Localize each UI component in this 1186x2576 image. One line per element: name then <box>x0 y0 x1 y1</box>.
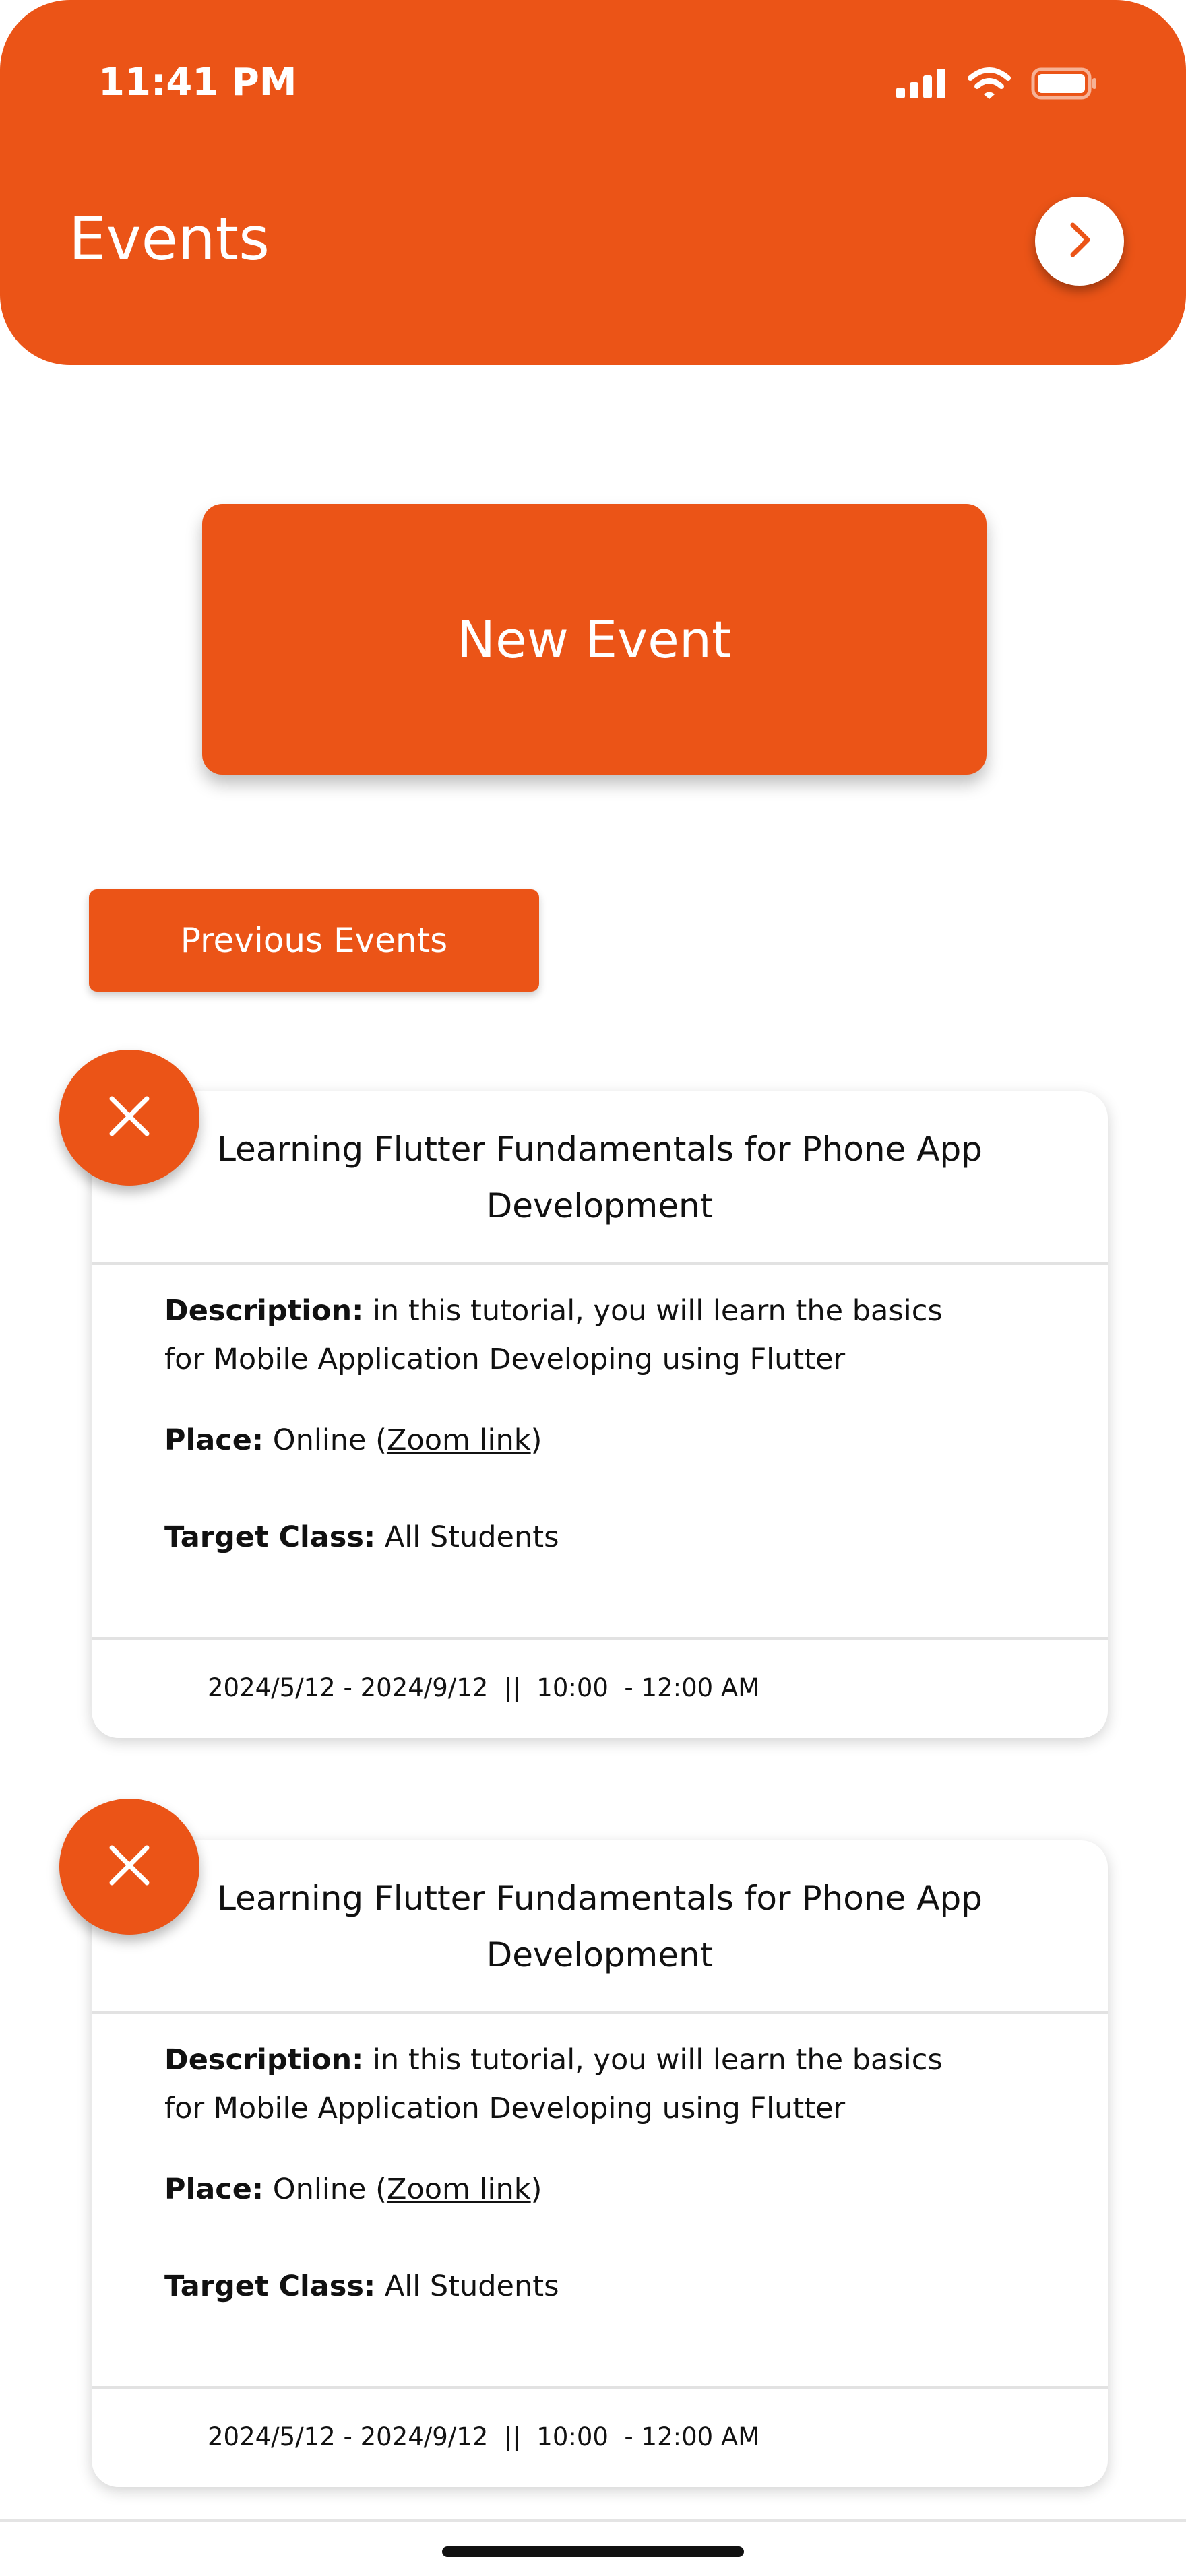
chevron-right-icon <box>1061 218 1098 264</box>
place-prefix: Online ( <box>272 2172 387 2206</box>
event-card: Learning Flutter Fundamentals for Phone … <box>92 1840 1108 2487</box>
place-prefix: Online ( <box>272 1423 387 1457</box>
card-divider <box>92 1262 1108 1265</box>
target-class-value: All Students <box>384 2269 559 2303</box>
card-divider <box>92 1637 1108 1640</box>
close-icon <box>108 1095 151 1140</box>
place-label: Place: <box>164 1423 264 1457</box>
event-place: Place: Online (Zoom link) <box>164 1416 946 1464</box>
close-icon <box>108 1844 151 1890</box>
zoom-link[interactable]: Zoom link <box>387 2172 531 2206</box>
page-title: Events <box>69 204 270 273</box>
card-divider <box>92 2386 1108 2389</box>
target-class-label: Target Class: <box>164 1520 376 1554</box>
status-icons <box>896 67 1098 102</box>
description-label: Description: <box>164 1294 364 1328</box>
place-suffix: ) <box>530 2172 542 2206</box>
event-target-class: Target Class: All Students <box>164 2262 946 2311</box>
event-dates: 2024/5/12 - 2024/9/12 || 10:00 - 12:00 A… <box>208 2422 760 2451</box>
forward-button[interactable] <box>1035 197 1124 286</box>
event-place: Place: Online (Zoom link) <box>164 2165 946 2214</box>
event-title: Learning Flutter Fundamentals for Phone … <box>217 1130 982 1225</box>
event-description: Description: in this tutorial, you will … <box>164 2036 946 2133</box>
description-label: Description: <box>164 2043 364 2077</box>
event-description: Description: in this tutorial, you will … <box>164 1287 946 1384</box>
delete-event-button[interactable] <box>59 1799 199 1935</box>
card-divider <box>92 2011 1108 2014</box>
event-dates: 2024/5/12 - 2024/9/12 || 10:00 - 12:00 A… <box>208 1673 760 1702</box>
signal-icon <box>896 69 947 101</box>
delete-event-button[interactable] <box>59 1050 199 1186</box>
event-title: Learning Flutter Fundamentals for Phone … <box>217 1879 982 1974</box>
target-class-label: Target Class: <box>164 2269 376 2303</box>
bottom-divider <box>0 2519 1186 2522</box>
target-class-value: All Students <box>384 1520 559 1554</box>
app-header: 11:41 PM Events <box>0 0 1186 365</box>
event-target-class: Target Class: All Students <box>164 1513 946 1561</box>
zoom-link[interactable]: Zoom link <box>387 1423 531 1457</box>
place-label: Place: <box>164 2172 264 2206</box>
place-suffix: ) <box>530 1423 542 1457</box>
status-time: 11:41 PM <box>98 61 297 104</box>
previous-events-button[interactable]: Previous Events <box>89 889 539 992</box>
home-indicator[interactable] <box>442 2546 744 2557</box>
event-card: Learning Flutter Fundamentals for Phone … <box>92 1091 1108 1738</box>
battery-icon <box>1031 67 1098 102</box>
new-event-button[interactable]: New Event <box>202 504 987 775</box>
wifi-icon <box>968 67 1011 102</box>
